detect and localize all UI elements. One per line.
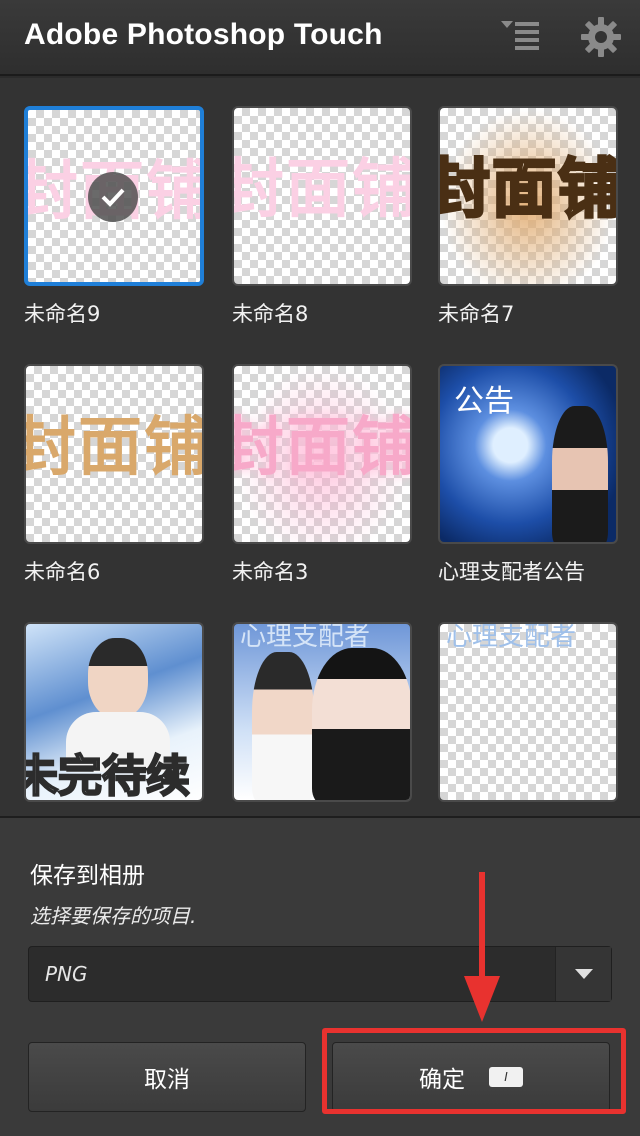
project-tile[interactable]: 心理支配者 (438, 622, 618, 802)
chevron-down-icon[interactable] (555, 947, 611, 1001)
format-selected-value: PNG (45, 962, 88, 986)
thumbnail-text: 封面铺 (24, 411, 204, 485)
project-tile[interactable]: 封面铺 未命名7 (438, 106, 618, 328)
project-tile[interactable]: 封面铺 未命名3 (232, 364, 412, 586)
project-thumbnail[interactable]: 心理支配者 (438, 622, 618, 802)
keyboard-badge: I (489, 1067, 523, 1087)
portrait-figure (88, 638, 148, 718)
project-name: 未命名9 (24, 302, 101, 326)
thumbnail-text: 封面铺 (232, 411, 412, 485)
cancel-button[interactable]: 取消 (28, 1042, 306, 1112)
project-name: 未命名7 (438, 302, 515, 326)
checkmark-icon (88, 172, 138, 222)
project-tile[interactable]: 封面铺 未命名9 (24, 106, 204, 328)
format-select[interactable]: PNG (28, 946, 612, 1002)
project-thumbnail[interactable]: 封面铺 (438, 106, 618, 286)
project-tile[interactable]: 未完待续 (24, 622, 204, 802)
project-thumbnail[interactable]: 未完待续 (24, 622, 204, 802)
ok-button-label: 确定 (419, 1067, 465, 1093)
top-bar: Adobe Photoshop Touch (0, 0, 640, 76)
sort-list-icon[interactable] (496, 12, 546, 62)
project-grid: 封面铺 未命名9 封面铺 未命名8 封面铺 未命名7 封面铺 未命名6 封面铺 … (0, 78, 640, 816)
thumbnail-text: 心理支配者 (446, 622, 577, 652)
project-thumbnail[interactable]: 封面铺 (24, 106, 204, 286)
portrait-figure (552, 406, 608, 542)
project-tile[interactable]: 心理支配者 (232, 622, 412, 802)
portrait-figure (312, 648, 410, 800)
thumbnail-text: 封面铺 (232, 153, 412, 227)
project-name: 未命名3 (232, 560, 309, 584)
project-name: 心理支配者公告 (438, 560, 585, 584)
thumbnail-text: 封面铺 (438, 152, 618, 229)
project-thumbnail[interactable]: 封面铺 (232, 106, 412, 286)
thumbnail-text: 公告 (454, 384, 514, 419)
project-tile[interactable]: 公告 心理支配者公告 (438, 364, 618, 586)
app-title: Adobe Photoshop Touch (24, 18, 383, 51)
project-thumbnail[interactable]: 封面铺 (24, 364, 204, 544)
project-thumbnail[interactable]: 公告 (438, 364, 618, 544)
gear-icon[interactable] (576, 12, 626, 62)
save-dialog: 保存到相册 选择要保存的项目. PNG 取消 确定 I (0, 816, 640, 1136)
ok-button[interactable]: 确定 I (332, 1042, 610, 1112)
project-thumbnail[interactable]: 心理支配者 (232, 622, 412, 802)
project-name: 未命名6 (24, 560, 101, 584)
project-thumbnail[interactable]: 封面铺 (232, 364, 412, 544)
portrait-figure (252, 652, 314, 800)
project-tile[interactable]: 封面铺 未命名8 (232, 106, 412, 328)
project-tile[interactable]: 封面铺 未命名6 (24, 364, 204, 586)
project-name: 未命名8 (232, 302, 309, 326)
dialog-title: 保存到相册 (30, 863, 145, 889)
dialog-subtitle: 选择要保存的项目. (30, 904, 197, 928)
thumbnail-text: 未完待续 (24, 750, 191, 802)
cancel-button-label: 取消 (144, 1067, 190, 1093)
